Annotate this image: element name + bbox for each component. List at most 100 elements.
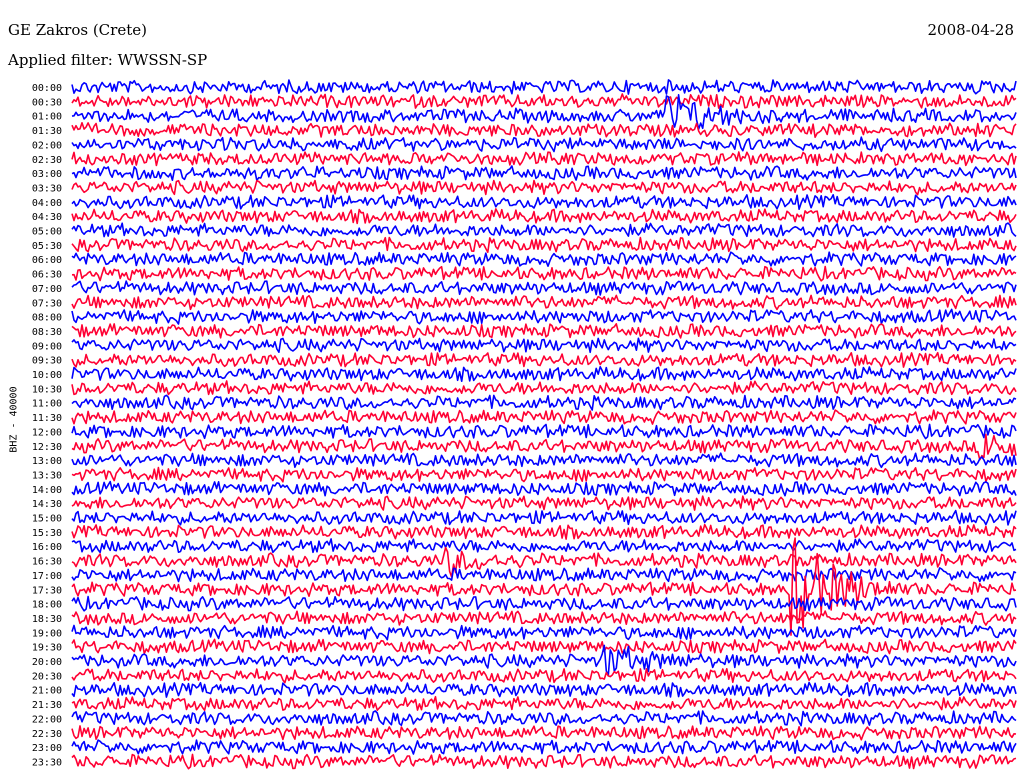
trace-0930: [71, 351, 1017, 368]
trace-0900: [71, 337, 1017, 354]
trace-1100: [71, 394, 1017, 411]
channel-label: BHZ - 40000: [8, 386, 20, 453]
trace-0830: [71, 323, 1017, 339]
tick-label-1400: 14:00: [32, 485, 62, 496]
tick-label-1000: 10:00: [32, 370, 62, 381]
tick-label-0630: 06:30: [32, 270, 62, 281]
trace-2100: [71, 681, 1017, 698]
trace-0330: [71, 179, 1017, 196]
tick-label-1430: 14:30: [32, 499, 62, 510]
trace-0630: [71, 265, 1017, 282]
tick-label-0500: 05:00: [32, 227, 62, 238]
seismic-traces: [71, 79, 1017, 770]
tick-label-1130: 11:30: [32, 413, 62, 424]
record-date: 2008-04-28: [927, 21, 1014, 39]
tick-label-2030: 20:30: [32, 671, 62, 682]
tick-label-0400: 04:00: [32, 198, 62, 209]
tick-label-2330: 23:30: [32, 757, 62, 768]
helicorder-plot: 00:00 00:30 01:00 01:30 02:00 02:30 03:00 03:30…: [32, 79, 1017, 770]
tick-label-2000: 20:00: [32, 657, 62, 668]
trace-1430: [71, 495, 1017, 511]
trace-1330: [71, 466, 1017, 483]
trace-2130: [71, 695, 1017, 711]
trace-0200: [71, 136, 1017, 153]
trace-0430: [71, 208, 1017, 225]
trace-0030: [71, 93, 1017, 109]
trace-1300: [71, 452, 1017, 469]
station-title: GE Zakros (Crete): [8, 21, 147, 39]
tick-label-1930: 19:30: [32, 643, 62, 654]
tick-label-0330: 03:30: [32, 183, 62, 194]
tick-label-0730: 07:30: [32, 298, 62, 309]
tick-label-0030: 00:30: [32, 97, 62, 108]
trace-2030: [71, 667, 1017, 684]
trace-0730: [71, 294, 1017, 311]
tick-label-0230: 02:30: [32, 155, 62, 166]
trace-1000: [71, 366, 1017, 382]
tick-label-2200: 22:00: [32, 714, 62, 725]
tick-label-1530: 15:30: [32, 528, 62, 539]
trace-0400: [71, 194, 1017, 210]
tick-label-0600: 06:00: [32, 255, 62, 266]
tick-label-0830: 08:30: [32, 327, 62, 338]
trace-0100: [71, 94, 1017, 130]
helicorder-page: 00:00 00:30 01:00 01:30 02:00 02:30 03:00 03:30…: [0, 0, 1024, 780]
time-tick-labels: 00:00 00:30 01:00 01:30 02:00 02:30 03:00 03:30…: [32, 83, 62, 768]
trace-1800: [71, 595, 1017, 612]
trace-0800: [71, 308, 1017, 325]
tick-label-1100: 11:00: [32, 399, 62, 410]
trace-0530: [71, 236, 1017, 253]
trace-1500: [71, 509, 1017, 526]
tick-label-1700: 17:00: [32, 571, 62, 582]
tick-label-2130: 21:30: [32, 700, 62, 711]
tick-label-2300: 23:00: [32, 743, 62, 754]
tick-label-0930: 09:30: [32, 356, 62, 367]
tick-label-2230: 22:30: [32, 729, 62, 740]
tick-label-1300: 13:00: [32, 456, 62, 467]
tick-label-0530: 05:30: [32, 241, 62, 252]
trace-0500: [71, 222, 1017, 238]
trace-1700: [71, 567, 1017, 583]
trace-1530: [71, 523, 1017, 540]
tick-label-0900: 09:00: [32, 341, 62, 352]
trace-2300: [71, 739, 1017, 755]
filter-label: Applied filter: WWSSN-SP: [8, 51, 208, 69]
trace-0230: [71, 151, 1017, 167]
tick-label-0800: 08:00: [32, 313, 62, 324]
trace-1200: [71, 423, 1017, 440]
tick-label-1900: 19:00: [32, 628, 62, 639]
tick-label-1330: 13:30: [32, 470, 62, 481]
trace-0300: [71, 165, 1017, 182]
trace-0600: [71, 251, 1017, 267]
tick-label-0200: 02:00: [32, 140, 62, 151]
tick-label-1600: 16:00: [32, 542, 62, 553]
tick-label-0700: 07:00: [32, 284, 62, 295]
tick-label-1200: 12:00: [32, 427, 62, 438]
trace-1030: [71, 380, 1017, 396]
trace-1930: [71, 638, 1017, 655]
trace-0000: [71, 79, 1017, 95]
trace-1900: [71, 624, 1017, 641]
trace-1830: [71, 610, 1017, 626]
tick-label-1800: 18:00: [32, 600, 62, 611]
tick-label-1230: 12:30: [32, 442, 62, 453]
tick-label-0430: 04:30: [32, 212, 62, 223]
trace-0130: [71, 122, 1017, 138]
tick-label-1630: 16:30: [32, 557, 62, 568]
trace-2330: [71, 753, 1017, 770]
tick-label-1030: 10:30: [32, 384, 62, 395]
tick-label-1830: 18:30: [32, 614, 62, 625]
trace-1600: [71, 538, 1017, 554]
trace-0700: [71, 280, 1017, 296]
tick-label-1500: 15:00: [32, 514, 62, 525]
trace-2200: [71, 710, 1017, 727]
tick-label-2100: 21:00: [32, 686, 62, 697]
trace-1130: [71, 409, 1017, 425]
tick-label-0130: 01:30: [32, 126, 62, 137]
trace-1400: [71, 480, 1017, 497]
tick-label-0000: 00:00: [32, 83, 62, 94]
trace-2230: [71, 725, 1017, 741]
tick-label-0300: 03:00: [32, 169, 62, 180]
tick-label-1730: 17:30: [32, 585, 62, 596]
tick-label-0100: 01:00: [32, 112, 62, 123]
